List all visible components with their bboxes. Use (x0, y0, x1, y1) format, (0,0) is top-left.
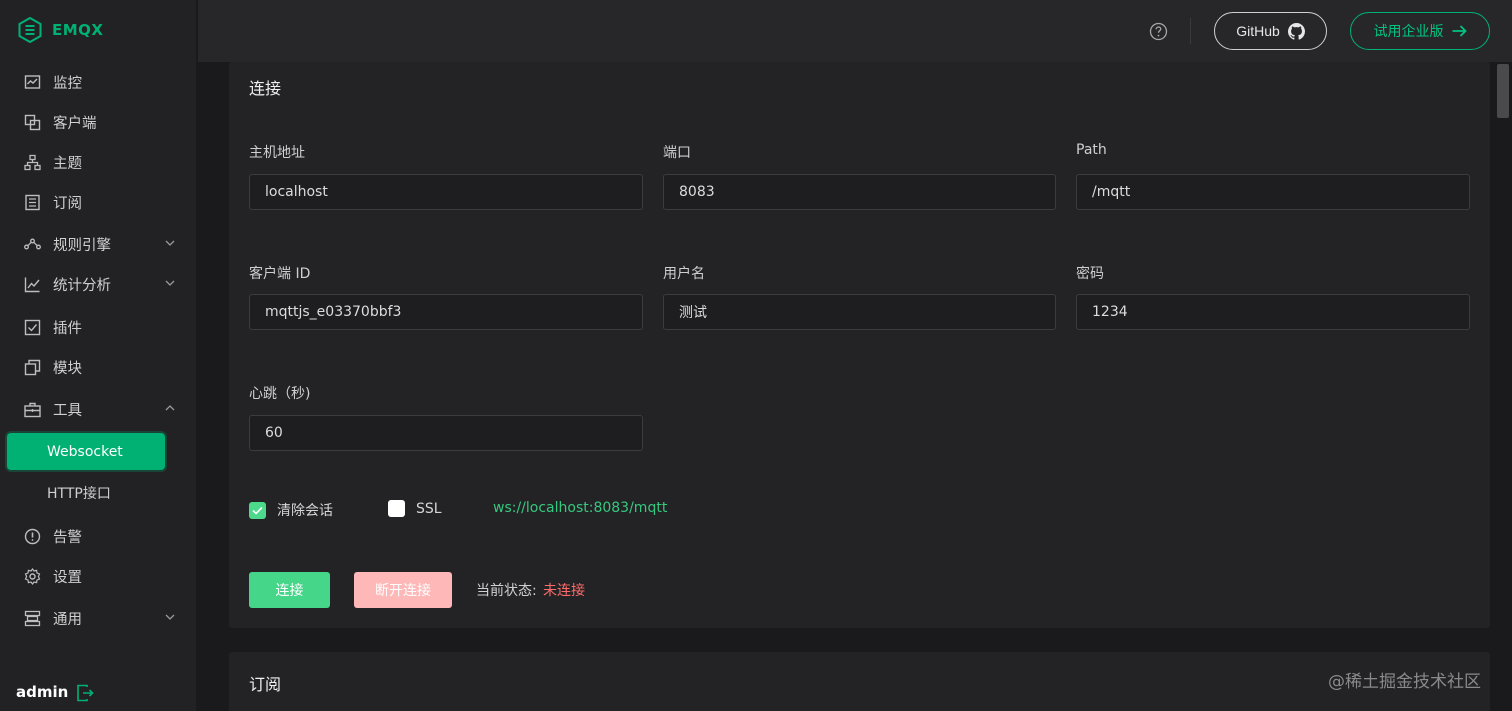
modules-icon (24, 359, 41, 375)
connect-card-title: 连接 (249, 79, 282, 98)
sidebar-item-settings[interactable]: 设置 (0, 556, 197, 596)
help-icon[interactable] (1149, 22, 1168, 41)
ssl-label: SSL (416, 500, 442, 517)
sidebar-item-tools[interactable]: 工具 (0, 389, 197, 429)
sidebar-subitem-label: Websocket (47, 443, 123, 460)
github-button[interactable]: GitHub (1214, 12, 1327, 50)
main-scrollbar[interactable] (1494, 62, 1512, 711)
sidebar-subitem-label: HTTP接口 (47, 486, 111, 502)
github-icon (1287, 22, 1305, 40)
chevron-down-icon (165, 280, 175, 286)
sidebar-item-label: 工具 (53, 402, 82, 419)
sidebar-item-label: 统计分析 (53, 277, 111, 294)
sidebar-item-label: 主题 (53, 155, 82, 172)
sidebar-item-label: 客户端 (53, 115, 97, 132)
sidebar-item-label: 监控 (53, 75, 82, 92)
sidebar-item-plugins[interactable]: 插件 (0, 307, 197, 347)
plugins-icon (24, 319, 41, 335)
top-header: GitHub 试用企业版 (198, 0, 1512, 62)
monitor-icon (24, 74, 41, 89)
disconnect-button[interactable]: 断开连接 (354, 572, 452, 608)
subscriptions-icon (25, 194, 40, 210)
port-label: 端口 (663, 145, 691, 161)
sidebar-item-label: 模块 (53, 360, 82, 377)
toolbox-icon (24, 402, 41, 417)
sidebar-item-label: 订阅 (53, 195, 82, 212)
sidebar-item-topics[interactable]: 主题 (0, 142, 197, 182)
watermark: @稀土掘金技术社区 (1328, 672, 1481, 692)
client-id-input[interactable] (249, 294, 643, 330)
port-input[interactable] (663, 174, 1056, 210)
clean-session-label: 清除会话 (277, 503, 333, 519)
path-input[interactable] (1076, 174, 1470, 210)
try-enterprise-label: 试用企业版 (1373, 23, 1444, 39)
username-label: 用户名 (663, 266, 705, 282)
client-id-label: 客户端 ID (249, 266, 311, 282)
sidebar-item-analytics[interactable]: 统计分析 (0, 264, 197, 304)
gear-icon (24, 567, 41, 585)
checkbox-unchecked-icon[interactable] (388, 500, 405, 517)
status-label: 当前状态: (476, 583, 537, 599)
connect-button[interactable]: 连接 (249, 572, 330, 608)
sidebar-item-modules[interactable]: 模块 (0, 347, 197, 387)
brand-name: EMQX (52, 21, 104, 39)
analytics-icon (24, 277, 40, 292)
keepalive-input[interactable] (249, 415, 643, 451)
sidebar-item-label: 插件 (53, 320, 82, 337)
try-enterprise-button[interactable]: 试用企业版 (1350, 12, 1490, 50)
header-divider (1190, 18, 1191, 44)
sidebar-item-label: 规则引擎 (53, 237, 111, 254)
password-label: 密码 (1076, 266, 1104, 282)
github-button-label: GitHub (1236, 23, 1280, 39)
general-icon (24, 610, 41, 626)
sidebar-item-general[interactable]: 通用 (0, 598, 197, 638)
path-label: Path (1076, 142, 1107, 158)
app-root: EMQX 监控 客户端 主题 订阅 规则引擎 统计分析 插件 模块 工具 Web… (0, 0, 1512, 711)
sidebar-item-monitor[interactable]: 监控 (0, 62, 197, 102)
username-input[interactable] (663, 294, 1056, 330)
sidebar-item-alarms[interactable]: 告警 (0, 516, 197, 556)
logo[interactable]: EMQX (18, 16, 104, 44)
sidebar-item-label: 通用 (53, 611, 82, 628)
websocket-url: ws://localhost:8083/mqtt (493, 500, 668, 516)
chevron-up-icon (165, 405, 175, 411)
sidebar-item-clients[interactable]: 客户端 (0, 102, 197, 142)
password-input[interactable] (1076, 294, 1470, 330)
topics-icon (24, 154, 41, 170)
connect-card: 连接 (229, 62, 1490, 628)
clean-session-checkbox[interactable]: 清除会话 (249, 500, 333, 520)
host-label: 主机地址 (249, 145, 305, 161)
sidebar-item-label: 设置 (53, 569, 82, 586)
current-user: admin (16, 683, 69, 701)
scrollbar-thumb[interactable] (1497, 64, 1509, 118)
sidebar-item-label: 告警 (53, 529, 82, 546)
emqx-logo-icon (18, 17, 42, 43)
keepalive-label: 心跳（秒) (249, 386, 311, 402)
sidebar-subitem-websocket[interactable]: Websocket (7, 433, 165, 470)
rule-engine-icon (24, 238, 41, 249)
sidebar-item-subscriptions[interactable]: 订阅 (0, 182, 197, 222)
sidebar-subitem-http-api[interactable]: HTTP接口 (47, 475, 111, 511)
subscribe-card-title: 订阅 (249, 675, 282, 694)
logout-icon[interactable] (76, 684, 94, 702)
host-input[interactable] (249, 174, 643, 210)
checkbox-checked-icon[interactable] (249, 501, 266, 519)
sidebar: EMQX 监控 客户端 主题 订阅 规则引擎 统计分析 插件 模块 工具 Web… (0, 0, 197, 711)
arrow-right-icon (1452, 25, 1467, 37)
sidebar-item-rule-engine[interactable]: 规则引擎 (0, 224, 197, 264)
status-badge: 未连接 (543, 583, 585, 599)
chevron-down-icon (165, 614, 175, 620)
chevron-down-icon (165, 240, 175, 246)
alarm-icon (24, 528, 41, 544)
subscribe-card: 订阅 (229, 652, 1490, 711)
clients-icon (24, 114, 41, 130)
ssl-checkbox[interactable]: SSL (388, 500, 442, 517)
